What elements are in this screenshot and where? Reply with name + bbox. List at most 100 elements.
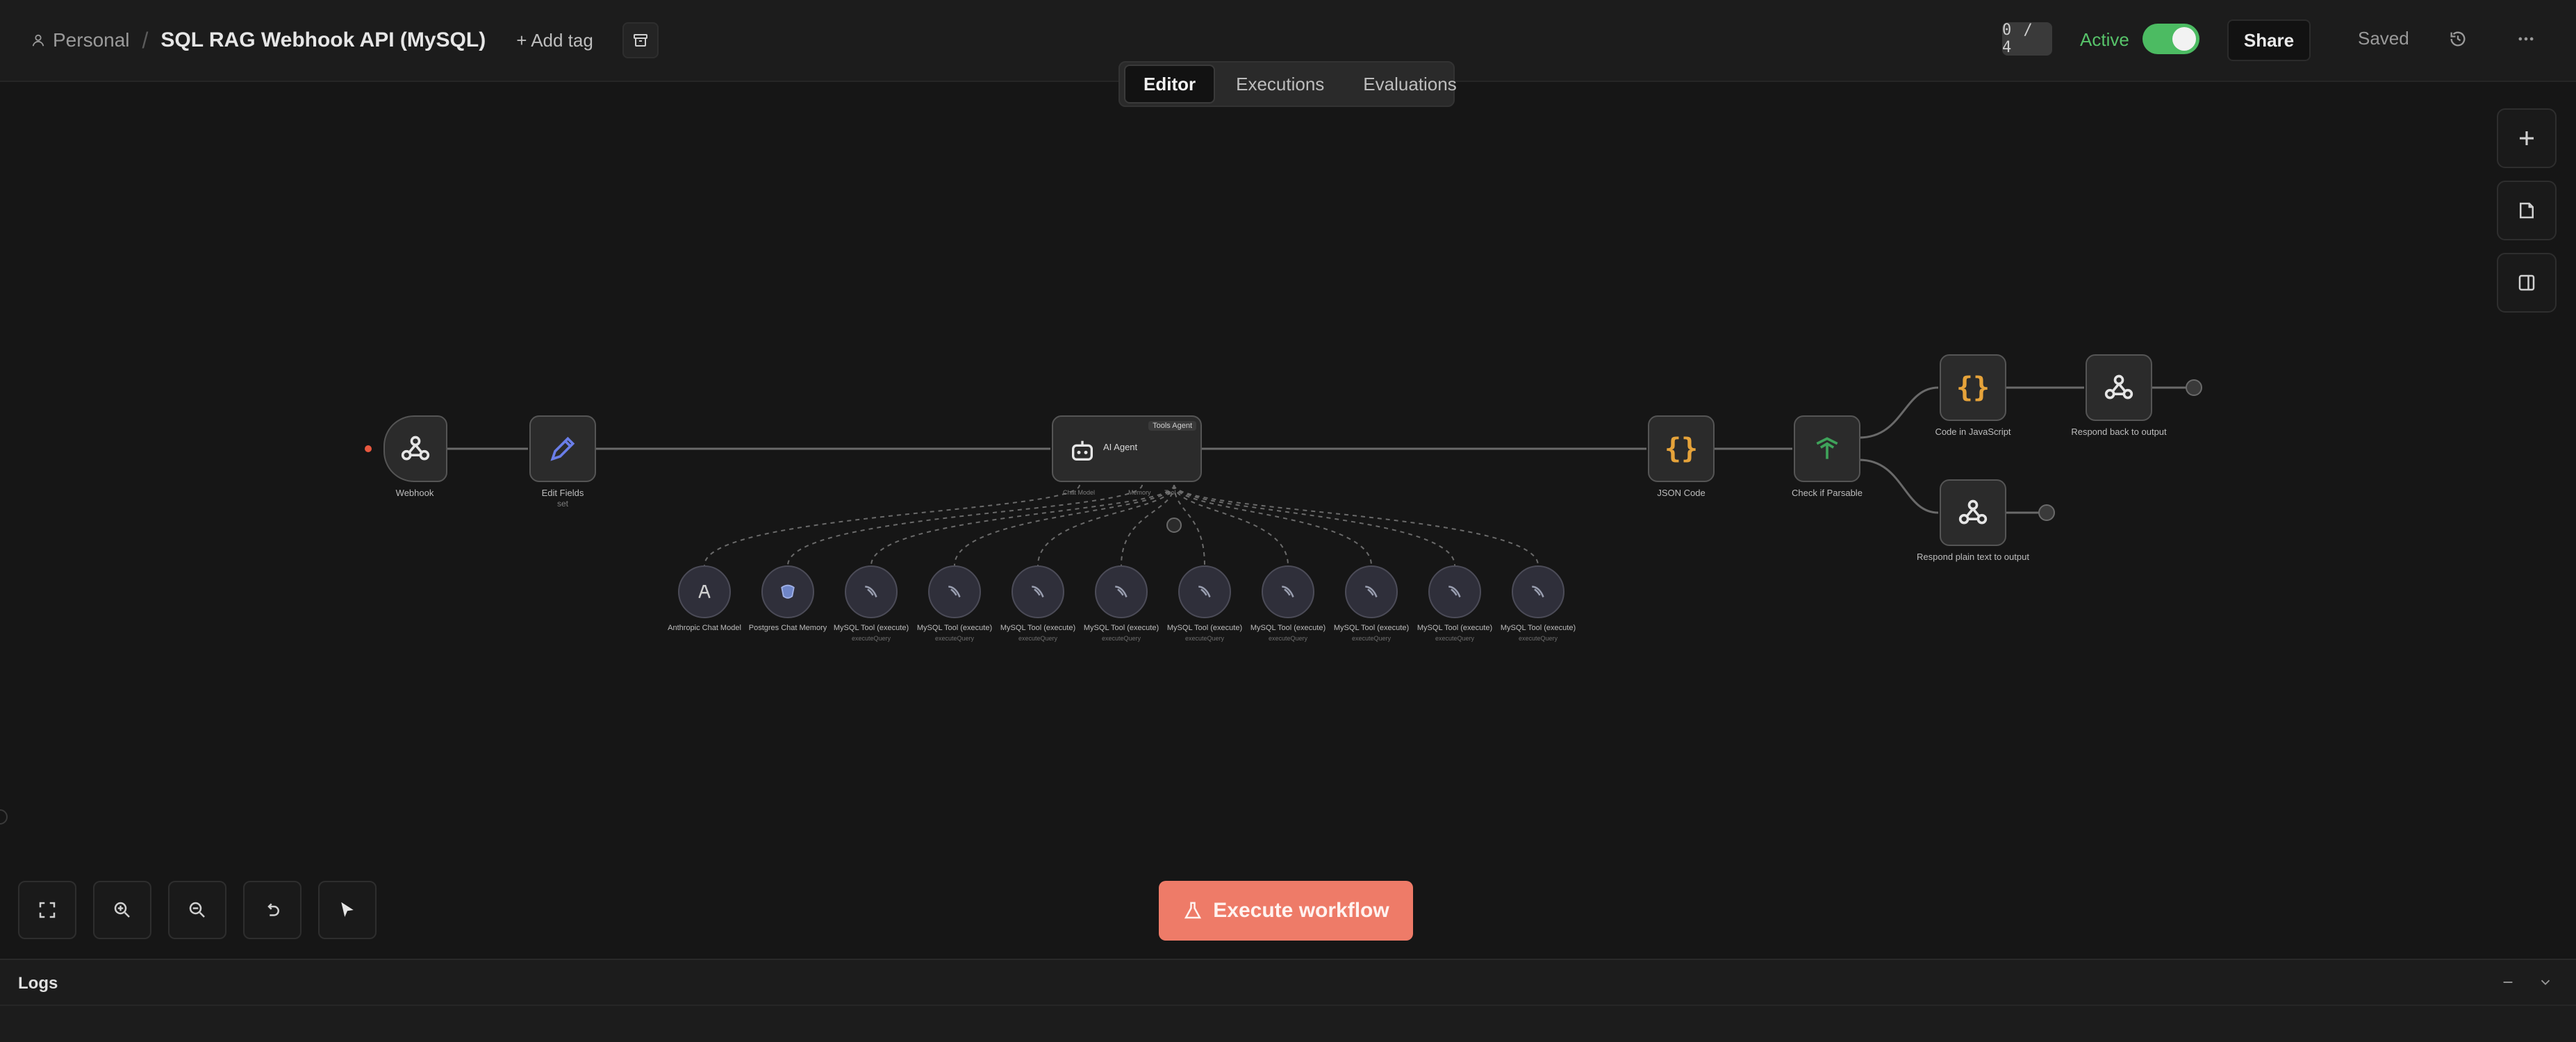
sub-edge-4	[1037, 484, 1175, 566]
mysql-dolphin-icon	[1365, 586, 1378, 597]
sub-node-tool[interactable]	[1012, 565, 1064, 618]
flask-icon	[1184, 902, 1202, 919]
toggle-panel-button[interactable]	[2497, 253, 2557, 313]
sub-node-label: MySQL Tool (execute)	[833, 624, 909, 632]
mysql-dolphin-icon	[865, 586, 877, 597]
select-mode-button[interactable]	[318, 881, 377, 939]
sub-node-sublabel: executeQuery	[851, 635, 891, 642]
sub-node-label: MySQL Tool (execute)	[1500, 624, 1576, 632]
saved-status: Saved	[2358, 28, 2409, 49]
end-handle-bottom[interactable]	[2038, 504, 2055, 521]
sub-node-tool[interactable]	[928, 565, 981, 618]
logs-minimize-button[interactable]	[2495, 970, 2520, 995]
archive-button[interactable]	[622, 22, 659, 58]
share-button[interactable]: Share	[2227, 19, 2311, 61]
more-button[interactable]	[2511, 24, 2541, 54]
webhook-icon	[1958, 499, 1988, 524]
sub-node-tool[interactable]	[1262, 565, 1314, 618]
project-link[interactable]: Personal	[31, 29, 130, 51]
zoom-in-button[interactable]	[93, 881, 151, 939]
undo-button[interactable]	[243, 881, 302, 939]
sub-connections	[704, 484, 1539, 566]
history-icon	[2450, 31, 2466, 47]
history-button[interactable]	[2443, 24, 2473, 54]
sub-edge-7	[1173, 484, 1289, 566]
workflow-canvas[interactable]: Webhook Edit Fields set AI Agent Tools A…	[0, 82, 2576, 959]
sub-node-label: MySQL Tool (execute)	[1250, 624, 1326, 632]
connection-lines	[0, 379, 2202, 825]
sub-node-sublabel: executeQuery	[1351, 635, 1392, 642]
node-check-parsable[interactable]	[1794, 415, 1860, 482]
pointer-icon	[341, 902, 354, 917]
execute-workflow-label: Execute workflow	[1213, 899, 1389, 922]
add-node-button[interactable]	[2497, 108, 2557, 168]
node-label-webhook: Webhook	[395, 488, 434, 498]
zoom-toolbar	[18, 881, 377, 939]
sub-node-label: Anthropic Chat Model	[668, 624, 741, 632]
mysql-dolphin-icon	[1032, 586, 1044, 597]
sub-edge-5	[1121, 484, 1175, 566]
sub-node-sublabel: executeQuery	[1184, 635, 1225, 642]
sub-node-tool[interactable]	[1512, 565, 1564, 618]
mysql-dolphin-icon	[1198, 586, 1211, 597]
node-label-json-code: JSON Code	[1657, 488, 1706, 498]
end-handle-top[interactable]	[2186, 379, 2202, 396]
node-code-javascript[interactable]: {}	[1940, 354, 2006, 421]
zoom-out-icon	[189, 902, 205, 918]
node-edit-fields[interactable]	[529, 415, 596, 482]
node-webhook[interactable]	[383, 415, 447, 482]
node-ai-agent[interactable]: AI Agent Tools Agent	[1052, 415, 1202, 482]
mysql-dolphin-icon	[1532, 586, 1544, 597]
sub-edge-0	[704, 484, 1080, 566]
user-icon	[32, 34, 44, 47]
node-respond-plain-text[interactable]	[1940, 479, 2006, 546]
mysql-dolphin-icon	[948, 586, 961, 597]
webhook-icon	[2104, 374, 2133, 399]
sub-node-memory[interactable]	[761, 565, 814, 618]
sub-node-label: MySQL Tool (execute)	[1417, 624, 1493, 632]
sub-node-label: MySQL Tool (execute)	[916, 624, 993, 632]
execute-workflow-button[interactable]: Execute workflow	[1159, 881, 1413, 941]
node-label-respond-plain-text: Respond plain text to output	[1917, 552, 2029, 562]
agent-type-badge: Tools Agent	[1148, 421, 1196, 431]
code-braces-icon: {}	[1956, 372, 1990, 404]
node-label-ai-agent: AI Agent	[1103, 442, 1138, 452]
sub-edge-9	[1173, 484, 1455, 566]
fit-view-button[interactable]	[18, 881, 76, 939]
edge-check-respond-plain[interactable]	[1858, 458, 1939, 514]
active-toggle[interactable]	[2142, 24, 2199, 54]
zoom-out-button[interactable]	[168, 881, 226, 939]
sub-node-tool[interactable]	[845, 565, 898, 618]
active-label: Active	[2080, 29, 2129, 50]
logs-bar[interactable]: Logs	[0, 960, 2576, 1006]
add-tag-button[interactable]: + Add tag	[516, 30, 593, 51]
node-label-respond-output: Respond back to output	[2071, 427, 2167, 437]
chevron-down-icon	[2541, 979, 2550, 986]
sub-node-tool[interactable]	[1428, 565, 1481, 618]
logs-collapse-button[interactable]	[2533, 970, 2558, 995]
port-label-chat-model: Chat Model	[1063, 489, 1096, 496]
panel-toggle-icon	[2518, 274, 2535, 291]
robot-icon	[1072, 440, 1093, 461]
node-json-code[interactable]: {}	[1648, 415, 1715, 482]
breadcrumb-separator: /	[142, 27, 149, 53]
workflow-name[interactable]: SQL RAG Webhook API (MySQL)	[160, 28, 486, 52]
sub-node-sublabel: executeQuery	[1101, 635, 1141, 642]
node-label-check-parsable: Check if Parsable	[1792, 488, 1863, 498]
node-respond-output[interactable]	[2086, 354, 2152, 421]
anthropic-icon	[698, 585, 711, 599]
sub-node-sublabel: executeQuery	[934, 635, 975, 642]
add-sticky-button[interactable]	[2497, 181, 2557, 240]
more-horizontal-icon	[2518, 37, 2534, 41]
node-label-code-javascript: Code in JavaScript	[1935, 427, 2011, 437]
node-sub-edit-fields: set	[556, 499, 568, 508]
sub-node-sublabel: executeQuery	[1518, 635, 1558, 642]
sub-node-sublabel: executeQuery	[1018, 635, 1058, 642]
sub-node-tool[interactable]	[1345, 565, 1398, 618]
sub-node-model[interactable]	[678, 565, 731, 618]
sub-node-tool[interactable]	[1178, 565, 1231, 618]
port-label-tool: Tool	[1164, 489, 1176, 496]
sub-node-tool[interactable]	[1095, 565, 1148, 618]
plus-icon	[2520, 131, 2534, 145]
sub-edge-1	[787, 484, 1143, 566]
